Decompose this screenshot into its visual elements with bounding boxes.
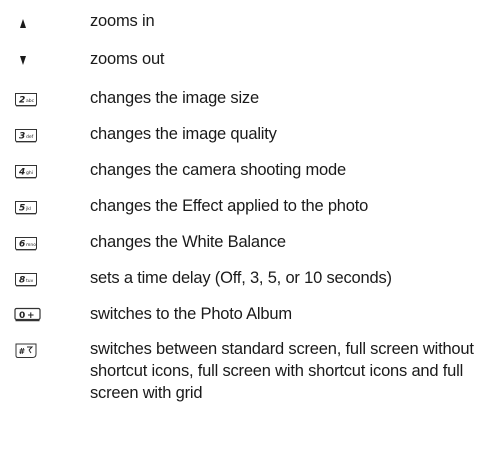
item-description: changes the camera shooting mode <box>90 161 346 179</box>
svg-text:+: + <box>27 311 35 321</box>
item-description: zooms out <box>90 50 165 68</box>
svg-text:8: 8 <box>19 276 25 286</box>
item-description: changes the image quality <box>90 125 277 143</box>
item-description: changes the White Balance <box>90 233 286 251</box>
svg-text:6: 6 <box>19 240 25 250</box>
item-description: sets a time delay (Off, 3, 5, or 10 seco… <box>90 269 392 287</box>
item-description: switches to the Photo Album <box>90 305 292 323</box>
key-3-icon: 3 def <box>14 128 37 143</box>
svg-text:2: 2 <box>19 96 25 106</box>
item-description: changes the Effect applied to the photo <box>90 197 369 215</box>
svg-text:tuv: tuv <box>26 278 34 284</box>
svg-text:jkl: jkl <box>25 206 31 212</box>
svg-text:5: 5 <box>19 204 25 214</box>
key-8-icon: 8 tuv <box>14 272 37 287</box>
svg-text:abc: abc <box>26 98 35 104</box>
svg-text:def: def <box>26 134 34 140</box>
key-0-icon: 0 + <box>14 307 41 322</box>
key-2-icon: 2 abc <box>14 92 37 107</box>
key-6-icon: 6 mno <box>14 236 37 251</box>
svg-text:ghi: ghi <box>26 170 33 176</box>
svg-text:mno: mno <box>26 243 36 248</box>
item-description: zooms in <box>90 12 155 30</box>
up-arrow-icon <box>20 19 26 28</box>
key-4-icon: 4 ghi <box>14 164 37 179</box>
item-description: switches between standard screen, full s… <box>90 340 474 402</box>
svg-text:4: 4 <box>18 168 25 178</box>
svg-text:3: 3 <box>19 132 25 142</box>
key-hash-icon: # <box>14 342 37 360</box>
down-arrow-icon <box>20 56 26 65</box>
svg-text:0: 0 <box>19 311 25 321</box>
item-description: changes the image size <box>90 89 259 107</box>
key-5-icon: 5 jkl <box>14 200 37 215</box>
